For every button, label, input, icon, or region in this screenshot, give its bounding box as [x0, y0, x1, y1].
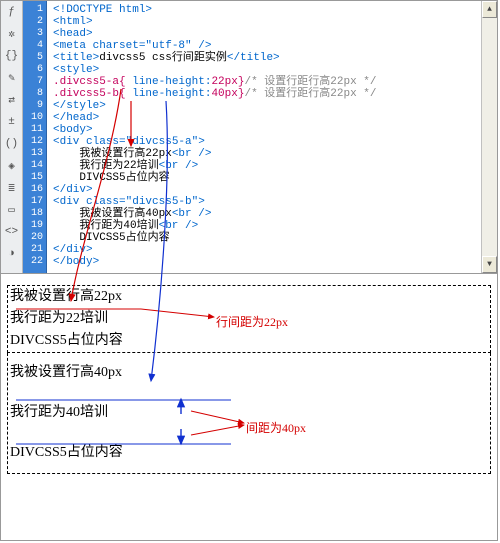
line-number: 5 [23, 52, 43, 64]
preview-pane: 我被设置行高22px 我行距为22培训 DIVCSS5占位内容 我被设置行高40… [1, 279, 497, 540]
line-number: 3 [23, 28, 43, 40]
br-tag: <br /> [172, 148, 212, 160]
br-tag: <br /> [172, 208, 212, 220]
line-number: 22 [23, 256, 43, 268]
css-comment: /* 设置行距行高22px */ [244, 76, 376, 88]
line-number: 21 [23, 244, 43, 256]
css-selector-b: .divcss5-b [53, 88, 119, 100]
app-frame: ƒ ✲ {} ✎ ⇄ ± () ◈ ≣ ▭ <> ◑ 1 2 3 4 5 6 7… [0, 0, 498, 541]
line-number: 7 [23, 76, 43, 88]
scroll-down-arrow-icon[interactable]: ▼ [482, 256, 497, 273]
line-number: 10 [23, 112, 43, 124]
line-number-gutter: 1 2 3 4 5 6 7 8 9 10 11 12 13 14 15 16 1… [23, 1, 47, 273]
line-number: 4 [23, 40, 43, 52]
preview-line: 我被设置行高22px [10, 286, 488, 308]
braces-icon[interactable]: {} [4, 48, 20, 64]
code-token: </body> [53, 256, 99, 268]
br-tag: <br /> [159, 160, 199, 172]
preview-line: 我行距为22培训 [10, 308, 488, 330]
tag-icon[interactable]: <> [4, 224, 20, 240]
code-token: </style> [53, 100, 106, 112]
line-number: 14 [23, 160, 43, 172]
line-number: 12 [23, 136, 43, 148]
list-icon[interactable]: ≣ [4, 180, 20, 196]
code-token: </div> [53, 184, 93, 196]
wand-icon[interactable]: ✎ [4, 70, 20, 86]
line-number: 1 [23, 4, 43, 16]
editor-icon-toolbar: ƒ ✲ {} ✎ ⇄ ± () ◈ ≣ ▭ <> ◑ [1, 1, 23, 273]
line-number: 13 [23, 148, 43, 160]
line-number: 6 [23, 64, 43, 76]
line-number: 15 [23, 172, 43, 184]
code-token: <div class="divcss5-b"> [53, 196, 205, 208]
title-text: divcss5 css行间距实例 [99, 52, 227, 64]
preview-box-b: 我被设置行高40px 我行距为40培训 DIVCSS5占位内容 [7, 353, 491, 474]
code-body-text: 我行距为22培训 [79, 160, 158, 172]
line-number: 8 [23, 88, 43, 100]
css-prop: line-height [132, 76, 205, 88]
css-value: 22px [211, 76, 237, 88]
line-number: 2 [23, 16, 43, 28]
code-token: </div> [53, 244, 93, 256]
palette-icon[interactable]: ◑ [4, 246, 20, 262]
gear-icon[interactable]: ✲ [4, 26, 20, 42]
plus-minus-icon[interactable]: ± [4, 114, 20, 130]
screen-icon[interactable]: ▭ [4, 202, 20, 218]
code-body-text: DIVCSS5占位内容 [79, 172, 169, 184]
css-prop: line-height [132, 88, 205, 100]
line-number: 20 [23, 232, 43, 244]
br-tag: <br /> [159, 220, 199, 232]
code-token: </head> [53, 112, 99, 124]
css-comment: /* 设置行距行高22px */ [244, 88, 376, 100]
code-text-area[interactable]: <!DOCTYPE html> <html> <head> <meta char… [47, 1, 481, 273]
preview-box-a: 我被设置行高22px 我行距为22培训 DIVCSS5占位内容 [7, 285, 491, 353]
line-number: 16 [23, 184, 43, 196]
vertical-scrollbar[interactable]: ▲ ▼ [481, 1, 497, 273]
line-number: 11 [23, 124, 43, 136]
code-editor: ƒ ✲ {} ✎ ⇄ ± () ◈ ≣ ▭ <> ◑ 1 2 3 4 5 6 7… [1, 1, 497, 274]
scroll-track[interactable] [482, 18, 497, 256]
scroll-up-arrow-icon[interactable]: ▲ [482, 1, 497, 18]
code-token: <html> [53, 16, 93, 28]
code-body-text: 我行距为40培训 [79, 220, 158, 232]
preview-line: DIVCSS5占位内容 [10, 433, 488, 473]
code-body-text: DIVCSS5占位内容 [79, 232, 169, 244]
line-number: 17 [23, 196, 43, 208]
line-number: 18 [23, 208, 43, 220]
fx-icon[interactable]: ƒ [4, 4, 20, 20]
preview-line: 我行距为40培训 [10, 393, 488, 433]
code-body-text: 我被设置行高22px [79, 148, 171, 160]
line-number: 9 [23, 100, 43, 112]
preview-line: 我被设置行高40px [10, 353, 488, 393]
code-token: <head> [53, 28, 93, 40]
arrows-icon[interactable]: ⇄ [4, 92, 20, 108]
code-token: <style> [53, 64, 99, 76]
css-value: 40px [211, 88, 237, 100]
code-body-text: 我被设置行高40px [79, 208, 171, 220]
curly-icon[interactable]: () [4, 136, 20, 152]
code-token: <div class="divcss5-a"> [53, 136, 205, 148]
preview-line: DIVCSS5占位内容 [10, 330, 488, 352]
code-token: <meta charset="utf-8" /> [53, 40, 211, 52]
css-selector-a: .divcss5-a [53, 76, 119, 88]
code-token: <!DOCTYPE html> [53, 4, 152, 16]
line-number: 19 [23, 220, 43, 232]
badge-icon[interactable]: ◈ [4, 158, 20, 174]
code-token: <body> [53, 124, 93, 136]
